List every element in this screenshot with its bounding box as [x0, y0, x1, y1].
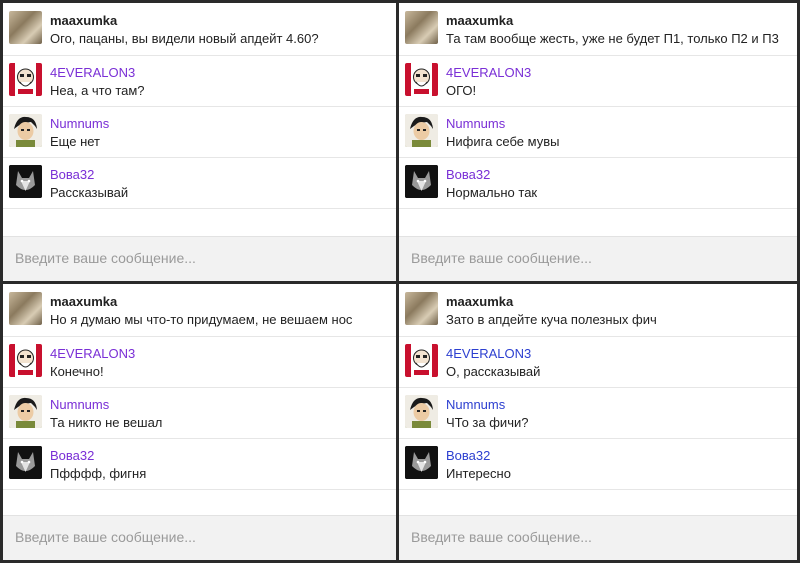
message-author[interactable]: 4EVERALON3: [50, 65, 135, 80]
wolf-avatar[interactable]: [405, 165, 438, 198]
chat-message: maaxumka Та там вообще жесть, уже не буд…: [399, 3, 797, 56]
message-author[interactable]: maaxumka: [50, 294, 117, 309]
message-author[interactable]: maaxumka: [446, 13, 513, 28]
message-input[interactable]: Введите ваше сообщение...: [3, 236, 396, 281]
message-text: ОГО!: [446, 83, 477, 98]
anime-avatar[interactable]: [405, 395, 438, 428]
message-author[interactable]: 4EVERALON3: [446, 65, 531, 80]
message-author[interactable]: Numnums: [446, 116, 505, 131]
message-author[interactable]: maaxumka: [446, 294, 513, 309]
message-text: Рассказывай: [50, 185, 129, 200]
message-author[interactable]: Numnums: [50, 116, 109, 131]
kfc-avatar[interactable]: [405, 344, 438, 377]
chat-message: Вова32 Рассказывай: [3, 158, 396, 209]
chat-message: Вова32 Интересно: [399, 439, 797, 490]
chat-message: maaxumka Зато в апдейте куча полезных фи…: [399, 284, 797, 337]
input-placeholder: Введите ваше сообщение...: [15, 250, 196, 266]
input-placeholder: Введите ваше сообщение...: [411, 529, 592, 545]
message-text: Интересно: [446, 466, 511, 481]
chat-message: Вова32 Нормально так: [399, 158, 797, 209]
maaxumka-avatar[interactable]: [9, 11, 42, 44]
chat-panel: maaxumka Зато в апдейте куча полезных фи…: [399, 284, 797, 560]
message-text: О, рассказывай: [446, 364, 541, 379]
chat-panel: maaxumka Ого, пацаны, вы видели новый ап…: [3, 3, 396, 281]
message-author[interactable]: 4EVERALON3: [50, 346, 135, 361]
chat-message: 4EVERALON3 ОГО!: [399, 56, 797, 107]
input-placeholder: Введите ваше сообщение...: [411, 250, 592, 266]
message-text: Неа, а что там?: [50, 83, 145, 98]
chat-message: Вова32 Пфффф, фигня: [3, 439, 396, 490]
message-author[interactable]: Вова32: [50, 448, 94, 463]
chat-message: 4EVERALON3 Конечно!: [3, 337, 396, 388]
message-text: Та там вообще жесть, уже не будет П1, то…: [446, 31, 779, 46]
message-text: Зато в апдейте куча полезных фич: [446, 312, 657, 327]
message-text: Пфффф, фигня: [50, 466, 147, 481]
kfc-avatar[interactable]: [9, 63, 42, 96]
chat-message: Numnums Еще нет: [3, 107, 396, 158]
anime-avatar[interactable]: [9, 395, 42, 428]
message-author[interactable]: 4EVERALON3: [446, 346, 531, 361]
chat-message: 4EVERALON3 Неа, а что там?: [3, 56, 396, 107]
message-author[interactable]: Numnums: [446, 397, 505, 412]
chat-message: 4EVERALON3 О, рассказывай: [399, 337, 797, 388]
anime-avatar[interactable]: [9, 114, 42, 147]
message-author[interactable]: Вова32: [446, 448, 490, 463]
message-text: Та никто не вешал: [50, 415, 163, 430]
message-input[interactable]: Введите ваше сообщение...: [399, 515, 797, 560]
wolf-avatar[interactable]: [405, 446, 438, 479]
chat-panel: maaxumka Та там вообще жесть, уже не буд…: [399, 3, 797, 281]
chat-message: Numnums Нифига себе мувы: [399, 107, 797, 158]
message-text: ЧТо за фичи?: [446, 415, 529, 430]
anime-avatar[interactable]: [405, 114, 438, 147]
message-text: Еще нет: [50, 134, 100, 149]
wolf-avatar[interactable]: [9, 165, 42, 198]
wolf-avatar[interactable]: [9, 446, 42, 479]
message-author[interactable]: maaxumka: [50, 13, 117, 28]
message-text: Но я думаю мы что-то придумаем, не вешае…: [50, 312, 353, 327]
message-text: Нифига себе мувы: [446, 134, 560, 149]
message-text: Нормально так: [446, 185, 538, 200]
message-input[interactable]: Введите ваше сообщение...: [399, 236, 797, 281]
message-text: Ого, пацаны, вы видели новый апдейт 4.60…: [50, 31, 319, 46]
chat-message: Numnums Та никто не вешал: [3, 388, 396, 439]
message-author[interactable]: Вова32: [446, 167, 490, 182]
kfc-avatar[interactable]: [9, 344, 42, 377]
chat-message: maaxumka Ого, пацаны, вы видели новый ап…: [3, 3, 396, 56]
message-input[interactable]: Введите ваше сообщение...: [3, 515, 396, 560]
chat-collage: maaxumka Ого, пацаны, вы видели новый ап…: [0, 0, 800, 563]
kfc-avatar[interactable]: [405, 63, 438, 96]
maaxumka-avatar[interactable]: [405, 11, 438, 44]
message-author[interactable]: Numnums: [50, 397, 109, 412]
chat-panel: maaxumka Но я думаю мы что-то придумаем,…: [3, 284, 396, 560]
chat-message: maaxumka Но я думаю мы что-то придумаем,…: [3, 284, 396, 337]
input-placeholder: Введите ваше сообщение...: [15, 529, 196, 545]
maaxumka-avatar[interactable]: [405, 292, 438, 325]
message-text: Конечно!: [50, 364, 104, 379]
maaxumka-avatar[interactable]: [9, 292, 42, 325]
chat-message: Numnums ЧТо за фичи?: [399, 388, 797, 439]
message-author[interactable]: Вова32: [50, 167, 94, 182]
